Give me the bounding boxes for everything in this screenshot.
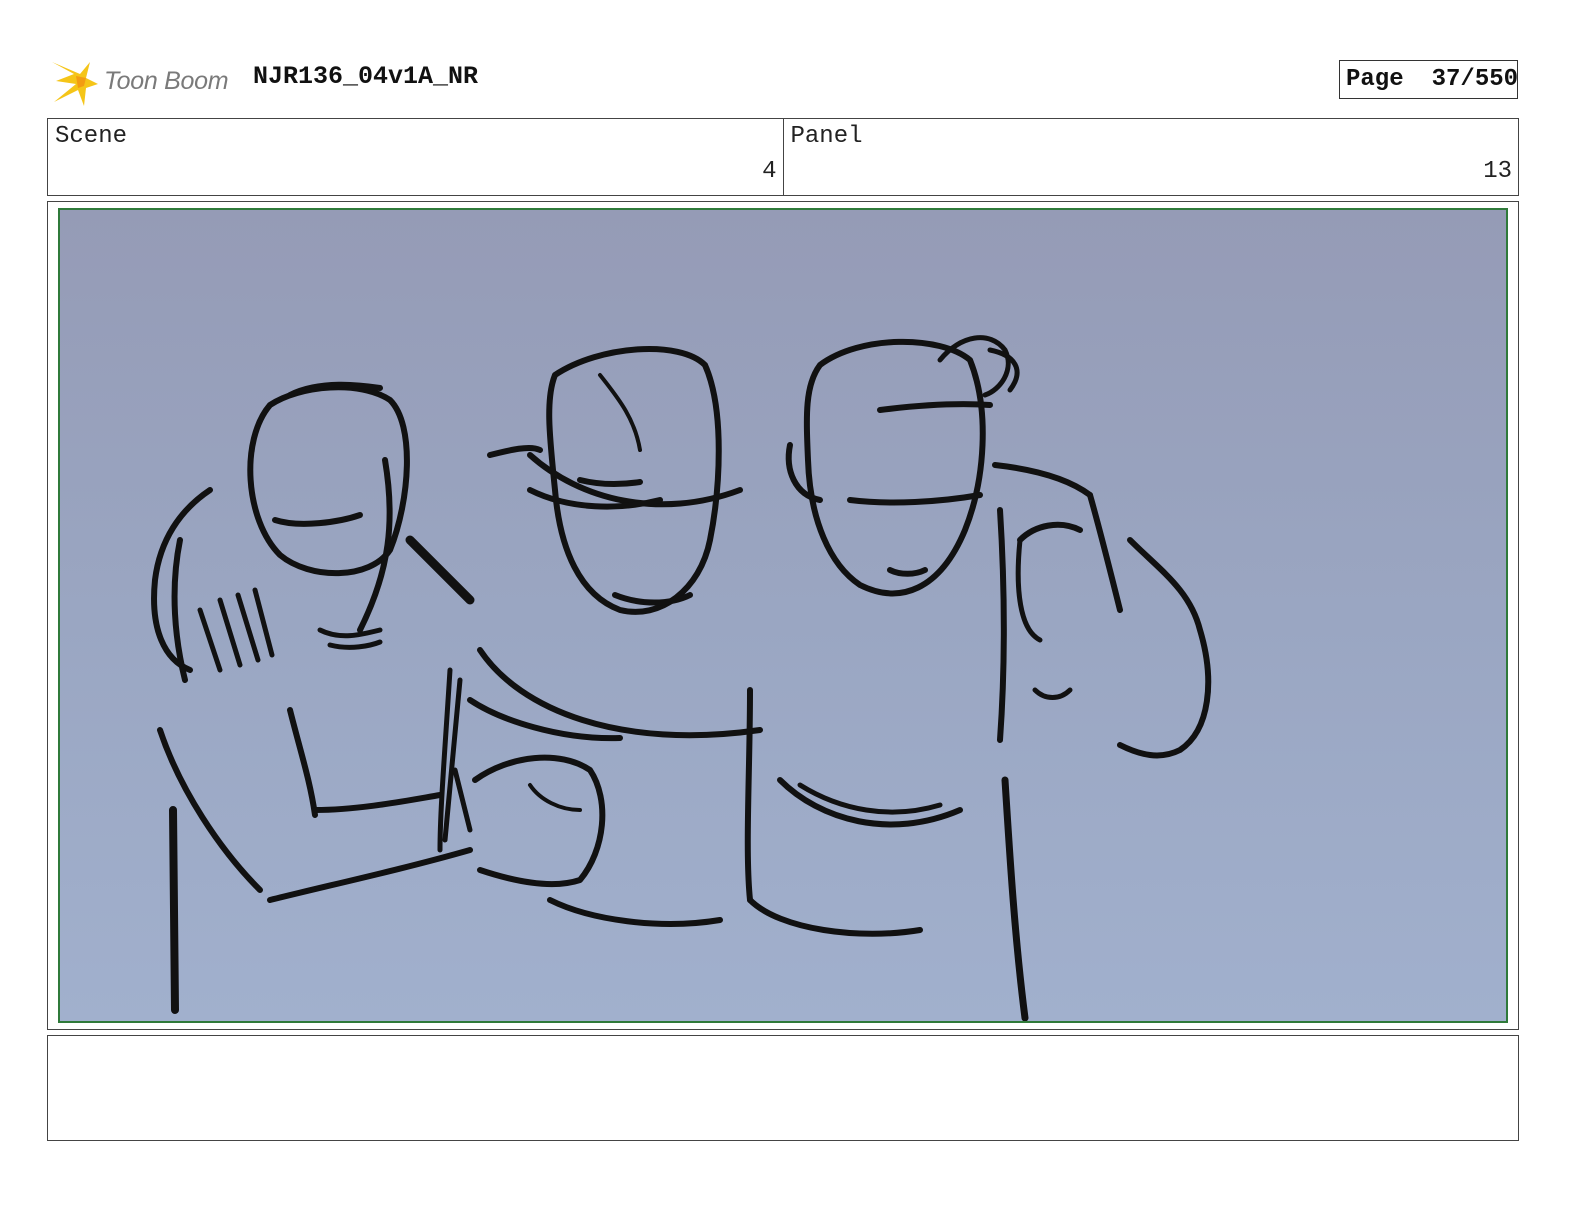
logo-text: Toon Boom	[104, 66, 229, 95]
right-character-sketch	[747, 335, 1212, 1021]
storyboard-sketch	[151, 335, 1212, 1021]
page-number: 37/550	[1431, 66, 1519, 93]
panel-number: 13	[1483, 158, 1512, 185]
panel-label: Panel	[790, 123, 863, 150]
scene-panel-info: Scene 4 Panel 13	[47, 118, 1519, 196]
panel-notes-box	[47, 1035, 1519, 1141]
middle-character-sketch	[437, 345, 763, 927]
page-label: Page	[1346, 66, 1404, 93]
storyboard-panel-image	[58, 208, 1508, 1023]
left-character-sketch	[151, 381, 475, 1014]
toon-boom-star-icon	[52, 62, 98, 106]
page-indicator: Page 37/550	[1339, 60, 1518, 99]
project-title: NJR136_04v1A_NR	[253, 62, 479, 91]
scene-label: Scene	[55, 123, 128, 150]
toon-boom-logo: Toon Boom	[50, 54, 240, 108]
scene-cell: Scene 4	[48, 119, 783, 195]
scene-number: 4	[762, 158, 777, 185]
panel-cell: Panel 13	[782, 119, 1519, 195]
